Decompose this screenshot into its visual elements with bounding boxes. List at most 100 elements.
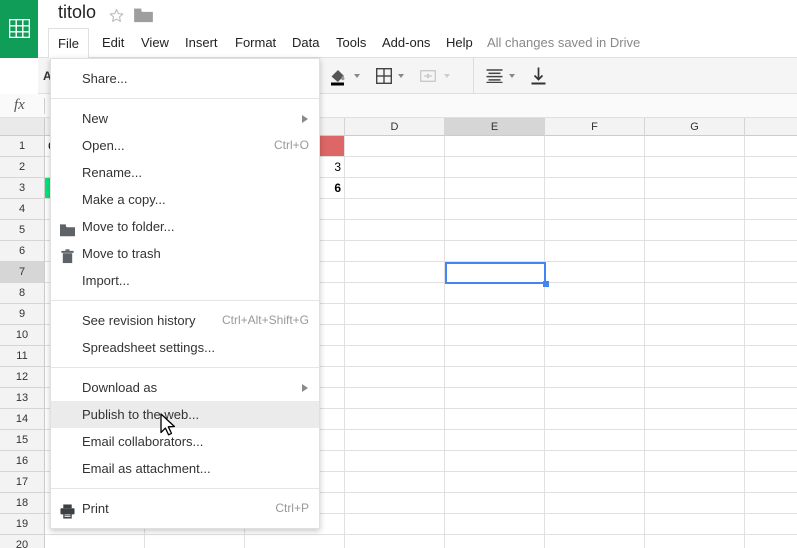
fill-color-caret-icon[interactable]	[354, 65, 360, 87]
grid-cell[interactable]	[545, 178, 645, 199]
grid-cell[interactable]	[445, 493, 545, 514]
grid-cell[interactable]	[545, 304, 645, 325]
column-header[interactable]	[745, 118, 797, 136]
grid-cell[interactable]	[445, 451, 545, 472]
grid-cell[interactable]	[645, 472, 745, 493]
grid-cell[interactable]	[345, 409, 445, 430]
menu-item-new[interactable]: New	[51, 105, 319, 132]
grid-cell[interactable]	[645, 346, 745, 367]
grid-cell[interactable]	[345, 451, 445, 472]
menu-item-make-a-copy[interactable]: Make a copy...	[51, 186, 319, 213]
row-header-14[interactable]: 14	[0, 409, 45, 430]
grid-cell[interactable]	[645, 430, 745, 451]
grid-cell[interactable]	[345, 514, 445, 535]
grid-cell[interactable]	[345, 535, 445, 548]
menu-item-move-to-trash[interactable]: Move to trash	[51, 240, 319, 267]
grid-cell[interactable]	[745, 514, 797, 535]
menu-file[interactable]: File	[48, 28, 89, 58]
column-header-G[interactable]: G	[645, 118, 745, 136]
grid-cell[interactable]	[745, 178, 797, 199]
grid-cell[interactable]	[345, 472, 445, 493]
menu-item-download-as[interactable]: Download as	[51, 374, 319, 401]
star-outline-icon[interactable]	[108, 7, 125, 24]
grid-cell[interactable]	[645, 535, 745, 548]
menu-item-print[interactable]: Print Ctrl+P	[51, 495, 319, 522]
align-caret-icon[interactable]	[509, 65, 515, 87]
grid-cell[interactable]	[545, 472, 645, 493]
grid-cell[interactable]	[545, 535, 645, 548]
grid-cell[interactable]	[645, 304, 745, 325]
grid-cell[interactable]	[645, 220, 745, 241]
grid-cell[interactable]	[745, 241, 797, 262]
grid-cell[interactable]	[445, 178, 545, 199]
column-header-E[interactable]: E	[445, 118, 545, 136]
grid-cell[interactable]	[545, 514, 645, 535]
grid-cell[interactable]	[445, 430, 545, 451]
row-header-13[interactable]: 13	[0, 388, 45, 409]
menu-item-email-as-attachment[interactable]: Email as attachment...	[51, 455, 319, 482]
horizontal-align-icon[interactable]	[486, 69, 503, 83]
grid-cell[interactable]	[745, 199, 797, 220]
grid-cell[interactable]	[745, 283, 797, 304]
grid-cell[interactable]	[645, 157, 745, 178]
menu-item-publish-to-the-web[interactable]: Publish to the web...	[51, 401, 319, 428]
grid-cell[interactable]	[445, 409, 545, 430]
menu-item-import[interactable]: Import...	[51, 267, 319, 294]
grid-cell[interactable]	[645, 493, 745, 514]
row-header-18[interactable]: 18	[0, 493, 45, 514]
menu-data[interactable]: Data	[283, 28, 328, 58]
grid-cell[interactable]	[745, 409, 797, 430]
menu-item-rename[interactable]: Rename...	[51, 159, 319, 186]
grid-cell[interactable]	[545, 262, 645, 283]
row-header-10[interactable]: 10	[0, 325, 45, 346]
grid-cell[interactable]	[545, 451, 645, 472]
grid-cell[interactable]	[445, 325, 545, 346]
row-header-11[interactable]: 11	[0, 346, 45, 367]
vertical-align-icon[interactable]	[530, 67, 547, 85]
grid-cell[interactable]	[645, 241, 745, 262]
grid-cell[interactable]	[545, 241, 645, 262]
grid-cell[interactable]	[445, 304, 545, 325]
fill-color-icon[interactable]	[328, 66, 348, 86]
menu-help[interactable]: Help	[437, 28, 482, 58]
grid-cell[interactable]	[345, 241, 445, 262]
folder-icon[interactable]	[134, 8, 153, 23]
row-header-19[interactable]: 19	[0, 514, 45, 535]
grid-cell[interactable]	[345, 346, 445, 367]
column-header-F[interactable]: F	[545, 118, 645, 136]
grid-cell[interactable]	[545, 325, 645, 346]
grid-cell[interactable]	[645, 388, 745, 409]
menu-item-see-revision-history[interactable]: See revision history Ctrl+Alt+Shift+G	[51, 307, 319, 334]
grid-cell[interactable]	[45, 535, 145, 548]
grid-cell[interactable]	[445, 136, 545, 157]
grid-cell[interactable]	[345, 283, 445, 304]
grid-cell[interactable]	[445, 157, 545, 178]
menu-item-share[interactable]: Share...	[51, 65, 319, 92]
grid-cell[interactable]	[745, 346, 797, 367]
grid-cell[interactable]	[245, 535, 345, 548]
grid-cell[interactable]	[445, 346, 545, 367]
menu-format[interactable]: Format	[226, 28, 285, 58]
grid-cell[interactable]	[645, 325, 745, 346]
grid-cell[interactable]	[545, 493, 645, 514]
grid-cell[interactable]	[745, 220, 797, 241]
grid-cell[interactable]	[745, 430, 797, 451]
grid-cell[interactable]	[545, 199, 645, 220]
column-header-D[interactable]: D	[345, 118, 445, 136]
grid-cell[interactable]	[345, 304, 445, 325]
grid-cell[interactable]	[745, 451, 797, 472]
grid-cell[interactable]	[545, 388, 645, 409]
grid-cell[interactable]	[345, 325, 445, 346]
row-header-4[interactable]: 4	[0, 199, 45, 220]
row-header-7[interactable]: 7	[0, 262, 45, 283]
grid-cell[interactable]	[745, 472, 797, 493]
row-header-1[interactable]: 1	[0, 136, 45, 157]
grid-cell[interactable]	[545, 220, 645, 241]
grid-cell[interactable]	[345, 157, 445, 178]
row-header-16[interactable]: 16	[0, 451, 45, 472]
row-header-20[interactable]: 20	[0, 535, 45, 548]
menu-item-spreadsheet-settings[interactable]: Spreadsheet settings...	[51, 334, 319, 361]
row-header-8[interactable]: 8	[0, 283, 45, 304]
grid-cell[interactable]	[445, 199, 545, 220]
grid-cell[interactable]	[645, 367, 745, 388]
